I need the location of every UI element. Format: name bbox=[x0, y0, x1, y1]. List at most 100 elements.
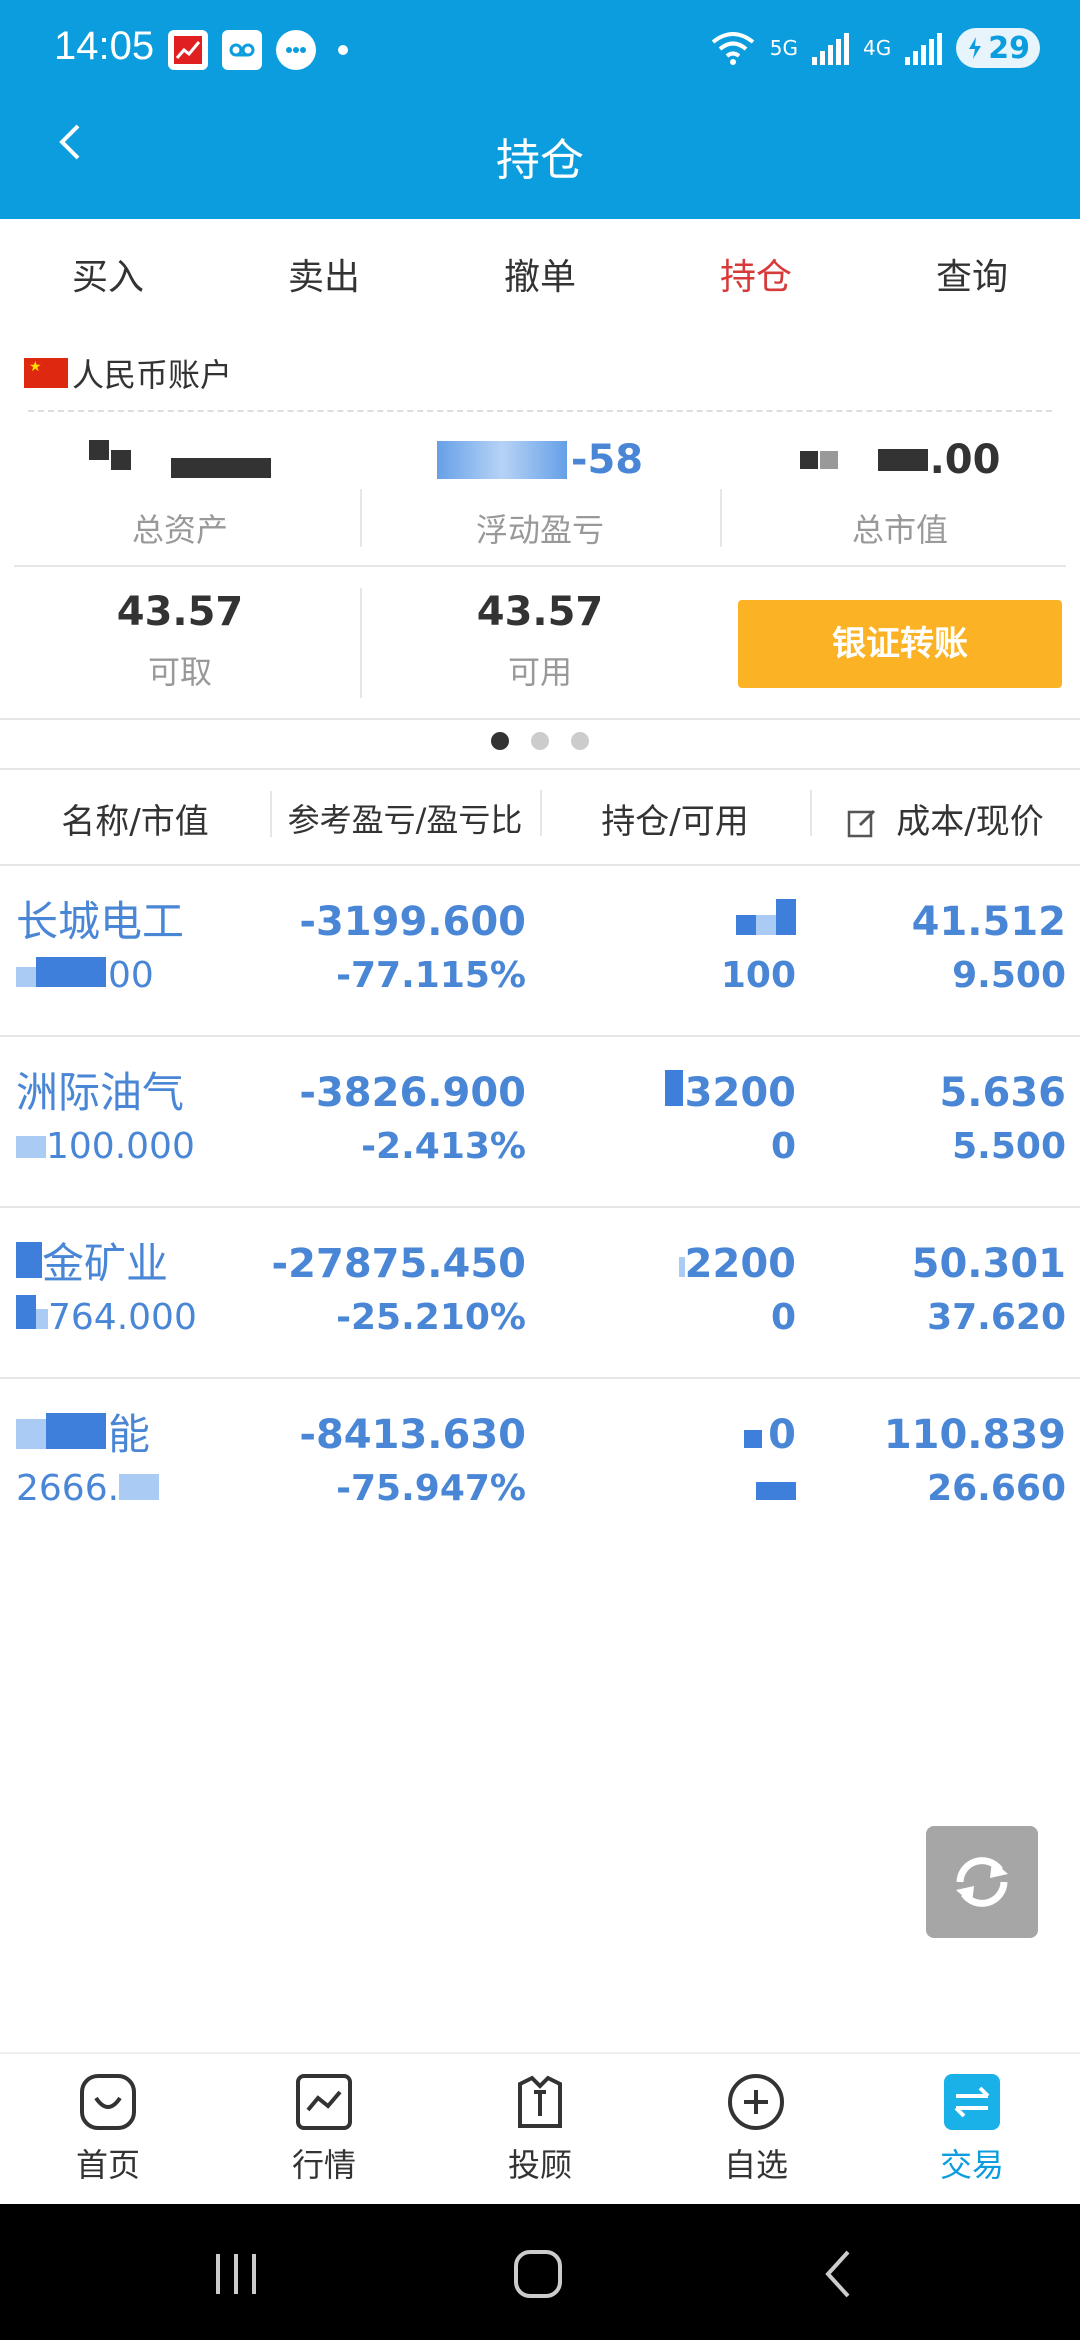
total-assets-value bbox=[0, 425, 360, 495]
notification-dot bbox=[338, 45, 348, 55]
available-funds: 43.57 可取 43.57 可用 bbox=[0, 580, 720, 700]
nav-watchlist-label: 自选 bbox=[723, 2146, 788, 2184]
total-market-value-value: .00 bbox=[720, 425, 1080, 495]
bank-securities-transfer-button[interactable]: 银证转账 bbox=[738, 600, 1062, 688]
holding-quantity: 3200 bbox=[664, 1065, 796, 1121]
col-cost-price-label: 成本/现价 bbox=[896, 801, 1044, 842]
network-5g-label: 5G bbox=[769, 36, 799, 60]
stock-name: 长城电工 bbox=[16, 897, 185, 946]
system-navigation-bar bbox=[0, 2204, 1080, 2340]
account-summary: 总资产 -58 浮动盈亏 .00 总市值 bbox=[0, 425, 1080, 565]
usable-value: 43.57 bbox=[476, 589, 604, 635]
stock-name: 能 bbox=[16, 1407, 150, 1463]
add-circle-icon bbox=[728, 2074, 784, 2130]
status-notification-icons bbox=[168, 30, 348, 70]
available-quantity: 100 bbox=[720, 955, 796, 996]
pnl-ratio: -25.210% bbox=[336, 1297, 526, 1338]
tab-query[interactable]: 查询 bbox=[864, 219, 1080, 337]
withdrawable: 43.57 可取 bbox=[0, 580, 360, 700]
recent-apps-icon[interactable] bbox=[206, 2246, 266, 2302]
wifi-icon bbox=[711, 32, 755, 65]
nav-home[interactable]: 首页 bbox=[0, 2054, 216, 2204]
divider bbox=[28, 410, 1052, 412]
pnl-ratio: -2.413% bbox=[361, 1126, 526, 1167]
nav-market[interactable]: 行情 bbox=[216, 2054, 432, 2204]
nav-advisor[interactable]: 投顾 bbox=[432, 2054, 648, 2204]
signal-icon-2 bbox=[905, 31, 943, 65]
current-price: 37.620 bbox=[927, 1297, 1066, 1338]
page-dot-3[interactable] bbox=[571, 732, 589, 750]
pnl-value: -27875.450 bbox=[271, 1241, 526, 1287]
network-4g-label: 4G bbox=[863, 36, 892, 60]
pnl-value: -3826.900 bbox=[299, 1070, 526, 1116]
withdrawable-value: 43.57 bbox=[116, 589, 244, 635]
page-indicator bbox=[0, 732, 1080, 750]
positions-table-header: 名称/市值 参考盈亏/盈亏比 持仓/可用 成本/现价 bbox=[0, 770, 1080, 866]
holding-quantity: 0 bbox=[744, 1407, 796, 1463]
china-flag-icon bbox=[24, 358, 68, 388]
nav-home-label: 首页 bbox=[75, 2146, 140, 2184]
page-dot-2[interactable] bbox=[531, 732, 549, 750]
tab-cancel-order[interactable]: 撤单 bbox=[432, 219, 648, 337]
status-time: 14:05 bbox=[54, 24, 155, 68]
stock-name: 洲际油气 bbox=[16, 1068, 185, 1117]
table-row[interactable]: 长城电工 00 -3199.600 -77.115% 100 41.512 9.… bbox=[0, 866, 1080, 1037]
table-row[interactable]: 能 2666. -8413.630 -75.947% 0 110.839 26.… bbox=[0, 1379, 1080, 1550]
bottom-navigation: 首页 行情 投顾 自选 交易 bbox=[0, 2052, 1080, 2204]
col-pnl-ratio: 参考盈亏/盈亏比 bbox=[270, 791, 540, 841]
total-assets: 总资产 bbox=[0, 425, 360, 565]
voicemail-icon bbox=[222, 30, 262, 70]
current-price: 5.500 bbox=[952, 1126, 1066, 1167]
cost-price: 50.301 bbox=[911, 1241, 1066, 1287]
usable: 43.57 可用 bbox=[360, 580, 720, 700]
refresh-button[interactable] bbox=[926, 1826, 1038, 1938]
account-label: 人民币账户 bbox=[72, 356, 233, 394]
battery-level: 29 bbox=[988, 30, 1030, 66]
nav-trade-label: 交易 bbox=[939, 2146, 1004, 2184]
table-row[interactable]: 洲际油气 100.000 -3826.900 -2.413% 3200 0 5.… bbox=[0, 1037, 1080, 1208]
col-cost-price[interactable]: 成本/现价 bbox=[810, 789, 1080, 843]
edit-icon[interactable] bbox=[846, 807, 878, 839]
available-quantity bbox=[756, 1461, 796, 1517]
withdrawable-label: 可取 bbox=[147, 653, 212, 691]
nav-trade[interactable]: 交易 bbox=[864, 2054, 1080, 2204]
tab-sell[interactable]: 卖出 bbox=[216, 219, 432, 337]
table-row[interactable]: 金矿业 764.000 -27875.450 -25.210% 2200 0 5… bbox=[0, 1208, 1080, 1379]
home-button-icon[interactable] bbox=[508, 2246, 568, 2302]
holding-quantity: 2200 bbox=[678, 1236, 796, 1292]
page-title: 持仓 bbox=[496, 135, 584, 186]
positions-list: 长城电工 00 -3199.600 -77.115% 100 41.512 9.… bbox=[0, 866, 1080, 1550]
home-icon bbox=[80, 2074, 136, 2130]
col-holding-available: 持仓/可用 bbox=[540, 789, 810, 843]
tab-positions[interactable]: 持仓 bbox=[648, 219, 864, 337]
stock-name: 金矿业 bbox=[16, 1236, 168, 1292]
total-assets-label: 总资产 bbox=[131, 511, 228, 549]
account-selector[interactable]: 人民币账户 bbox=[24, 350, 232, 396]
signal-icon bbox=[812, 31, 850, 65]
current-price: 9.500 bbox=[952, 955, 1066, 996]
total-market-value: .00 总市值 bbox=[720, 425, 1080, 565]
cost-price: 110.839 bbox=[883, 1412, 1066, 1458]
trade-tabs: 买入 卖出 撤单 持仓 查询 bbox=[0, 219, 1080, 337]
market-value: 764.000 bbox=[16, 1290, 197, 1346]
available-quantity: 0 bbox=[770, 1126, 796, 1167]
divider bbox=[14, 565, 1066, 567]
market-value: 2666. bbox=[16, 1461, 160, 1517]
nav-market-label: 行情 bbox=[291, 2146, 356, 2184]
nav-watchlist[interactable]: 自选 bbox=[648, 2054, 864, 2204]
divider bbox=[0, 718, 1080, 720]
available-quantity: 0 bbox=[770, 1297, 796, 1338]
back-button-icon[interactable] bbox=[808, 2246, 868, 2302]
total-market-value-label: 总市值 bbox=[851, 511, 948, 549]
app-header: 14:05 5G 4G 29 持仓 bbox=[0, 0, 1080, 219]
pnl-value: -8413.630 bbox=[299, 1412, 526, 1458]
cost-price: 41.512 bbox=[911, 899, 1066, 945]
tab-buy[interactable]: 买入 bbox=[0, 219, 216, 337]
advisor-icon bbox=[518, 2075, 562, 2128]
page-dot-1[interactable] bbox=[491, 732, 509, 750]
status-system-icons: 5G 4G 29 bbox=[710, 28, 1040, 68]
market-value: 00 bbox=[16, 948, 154, 1004]
nav-advisor-label: 投顾 bbox=[507, 2146, 572, 2184]
holding-quantity bbox=[736, 894, 796, 950]
market-value: 100.000 bbox=[16, 1119, 195, 1175]
